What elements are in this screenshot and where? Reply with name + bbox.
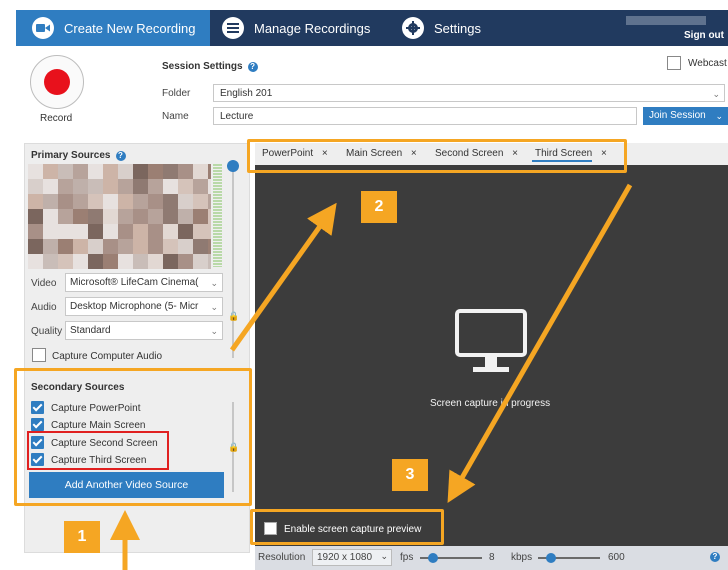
step-badge-2: 2: [361, 191, 397, 223]
step-badge-1: 1: [64, 521, 100, 553]
step-badge-3: 3: [392, 459, 428, 491]
arrow-to-preview-tabs: [229, 202, 337, 352]
arrow-to-enable-preview: [447, 183, 633, 504]
annotation-arrows: [110, 183, 633, 570]
